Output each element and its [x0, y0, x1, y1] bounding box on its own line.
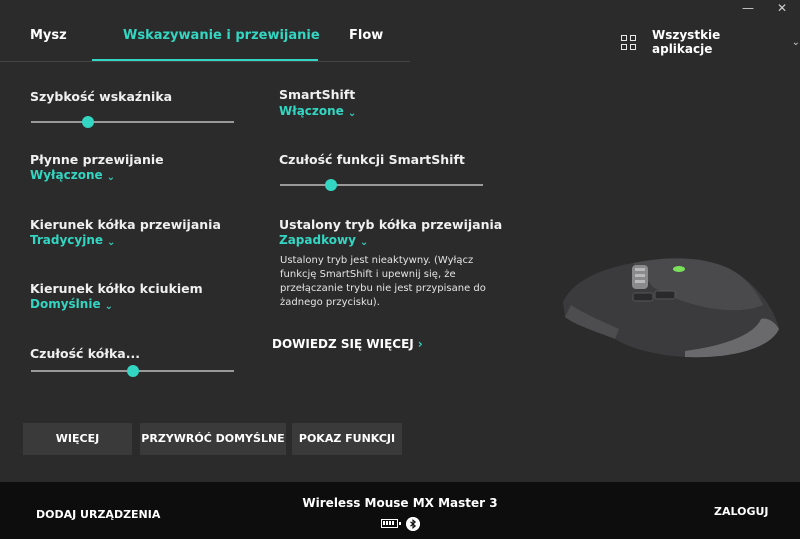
- fixed-mode-dropdown[interactable]: Zapadkowy ⌄: [279, 233, 369, 248]
- scroll-direction-title: Kierunek kółka przewijania: [30, 217, 221, 232]
- slider-thumb[interactable]: [81, 116, 94, 128]
- minimize-button[interactable]: —: [736, 0, 760, 18]
- wheel-sensitivity-slider[interactable]: [31, 364, 234, 378]
- chevron-down-icon: ⌄: [359, 237, 369, 248]
- smooth-scroll-value: Wyłączone: [30, 168, 103, 182]
- chevron-down-icon: ⌄: [107, 237, 116, 248]
- fixed-mode-value: Zapadkowy: [279, 233, 356, 247]
- chevron-down-icon: ⌄: [347, 108, 357, 119]
- active-tab-indicator: [92, 59, 318, 61]
- scroll-direction-dropdown[interactable]: Tradycyjne ⌄: [30, 233, 116, 248]
- mouse-image: [563, 258, 779, 358]
- thumb-direction-value: Domyślnie: [30, 297, 101, 311]
- smartshift-title: SmartShift: [279, 87, 356, 102]
- smartshift-sensitivity-title: Czułość funkcji SmartShift: [279, 152, 465, 167]
- more-button[interactable]: WIĘCEJ: [23, 423, 132, 455]
- smartshift-sensitivity-slider[interactable]: [280, 178, 483, 192]
- smartshift-dropdown[interactable]: Włączone ⌄: [279, 104, 357, 119]
- pointer-speed-slider[interactable]: [31, 115, 234, 129]
- restore-defaults-button[interactable]: PRZYWRÓĆ DOMYŚLNE: [140, 423, 286, 455]
- smartshift-value: Włączone: [279, 104, 344, 118]
- wheel-sensitivity-title: Czułość kółka...: [30, 346, 140, 361]
- scroll-direction-value: Tradycyjne: [30, 233, 104, 247]
- tab-mouse[interactable]: Mysz: [30, 22, 67, 61]
- fixed-mode-title: Ustalony tryb kółka przewijania: [279, 217, 503, 232]
- thumb-direction-dropdown[interactable]: Domyślnie ⌄: [30, 297, 113, 312]
- smooth-scroll-dropdown[interactable]: Wyłączone ⌄: [30, 168, 116, 183]
- slider-thumb[interactable]: [324, 179, 337, 191]
- show-functions-button[interactable]: POKAZ FUNKCJI: [292, 423, 402, 455]
- slider-thumb[interactable]: [126, 365, 139, 377]
- slider-track: [31, 121, 234, 123]
- grid-icon: [621, 34, 636, 50]
- tab-bar: Mysz Wskazywanie i przewijanie Flow: [0, 22, 410, 62]
- battery-icon: [381, 519, 401, 528]
- all-apps-selector[interactable]: Wszystkie aplikacje ⌄: [621, 28, 800, 56]
- learn-more-link[interactable]: DOWIEDZ SIĘ WIĘCEJ ›: [272, 337, 423, 351]
- learn-more-label: DOWIEDZ SIĘ WIĘCEJ: [272, 337, 414, 351]
- close-button[interactable]: ✕: [770, 0, 794, 18]
- chevron-down-icon: ⌄: [104, 301, 113, 312]
- chevron-down-icon: ⌄: [106, 172, 116, 183]
- thumb-direction-title: Kierunek kółko kciukiem: [30, 281, 203, 296]
- smooth-scroll-title: Płynne przewijanie: [30, 152, 164, 167]
- footer-bar: DODAJ URZĄDZENIA Wireless Mouse MX Maste…: [0, 482, 800, 539]
- chevron-right-icon: ›: [417, 337, 423, 351]
- bluetooth-icon: [406, 517, 420, 531]
- title-bar: — ✕: [0, 0, 800, 20]
- tab-pointing-scrolling[interactable]: Wskazywanie i przewijanie: [123, 22, 320, 61]
- slider-track: [280, 184, 483, 186]
- login-button[interactable]: ZALOGUJ: [714, 505, 769, 518]
- device-name: Wireless Mouse MX Master 3: [302, 496, 498, 510]
- tab-flow[interactable]: Flow: [349, 22, 383, 61]
- fixed-mode-note: Ustalony tryb jest nieaktywny. (Wyłącz f…: [280, 255, 486, 308]
- chevron-down-icon: ⌄: [791, 36, 800, 48]
- pointer-speed-title: Szybkość wskaźnika: [30, 89, 173, 104]
- all-apps-label: Wszystkie aplikacje: [652, 28, 721, 56]
